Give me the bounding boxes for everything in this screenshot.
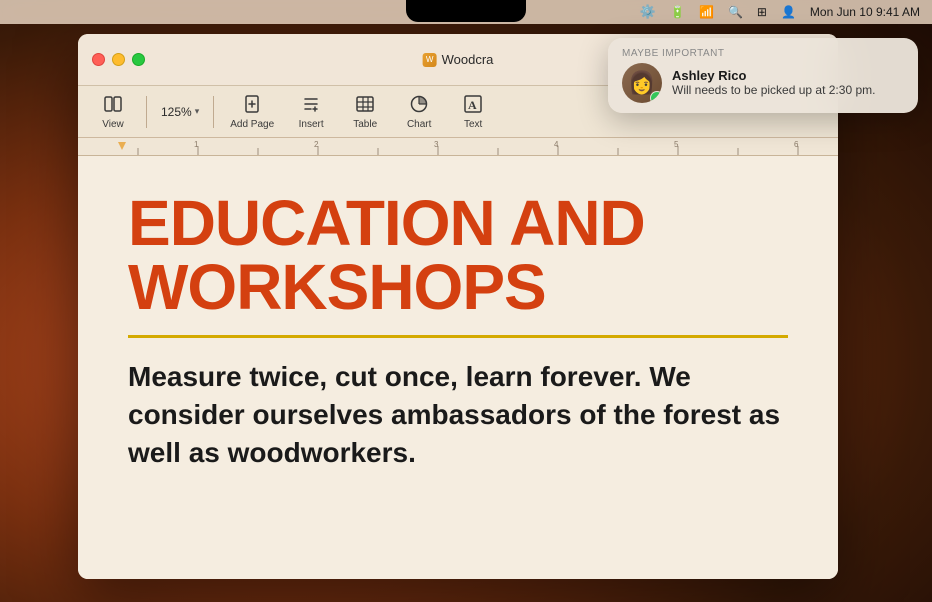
svg-text:3: 3 [434, 140, 439, 149]
insert-icon [301, 94, 321, 117]
menu-bar-time: Mon Jun 10 9:41 AM [810, 5, 920, 19]
zoom-chevron-icon: ▾ [195, 106, 200, 117]
view-icon [103, 94, 123, 117]
wifi-icon: 📶 [699, 5, 714, 19]
avatar-emoji: 👩 [628, 72, 655, 94]
add-page-button[interactable]: Add Page [222, 91, 282, 133]
svg-text:2: 2 [314, 140, 319, 149]
svg-text:1: 1 [194, 140, 199, 149]
text-button[interactable]: A Text [448, 91, 498, 133]
notification-avatar: 👩 [622, 63, 662, 103]
zoom-control[interactable]: 125% ▾ [155, 102, 205, 122]
battery-icon: 🔋 [670, 5, 685, 19]
text-icon: A [463, 94, 483, 117]
notification-header: 👩 Ashley Rico Will needs to be picked up… [622, 63, 904, 103]
chart-button[interactable]: Chart [394, 91, 444, 133]
toolbar-divider-2 [213, 96, 214, 128]
document-area: EDUCATION AND WORKSHOPS Measure twice, c… [78, 156, 838, 579]
table-button[interactable]: Table [340, 91, 390, 133]
svg-text:6: 6 [794, 140, 799, 149]
add-page-label: Add Page [230, 119, 274, 130]
app-icon: W [423, 53, 437, 67]
text-label: Text [464, 119, 482, 130]
user-icon[interactable]: 👤 [781, 5, 796, 19]
insert-button[interactable]: Insert [286, 91, 336, 133]
toolbar-divider-1 [146, 96, 147, 128]
insert-label: Insert [299, 119, 324, 130]
menu-bar-right: ⚙️ 🔋 📶 🔍 ⊞ 👤 Mon Jun 10 9:41 AM [640, 4, 920, 20]
desktop: ⚙️ 🔋 📶 🔍 ⊞ 👤 Mon Jun 10 9:41 AM W [0, 0, 932, 602]
document-divider [128, 335, 788, 338]
control-center-icon[interactable]: ⊞ [757, 5, 767, 19]
notification[interactable]: MAYBE IMPORTANT 👩 Ashley Rico Will needs… [608, 38, 918, 113]
search-icon[interactable]: 🔍 [728, 5, 743, 19]
traffic-lights [78, 53, 145, 66]
app-window: W Woodcra View 125% ▾ [78, 34, 838, 579]
camera-notch [406, 0, 526, 22]
notification-sender: Ashley Rico [672, 68, 904, 83]
chart-icon [409, 94, 429, 117]
svg-text:A: A [468, 98, 477, 112]
table-icon [355, 94, 375, 117]
notification-message: Will needs to be picked up at 2:30 pm. [672, 83, 904, 99]
notification-category: MAYBE IMPORTANT [622, 48, 904, 59]
view-button[interactable]: View [88, 91, 138, 133]
table-label: Table [353, 119, 377, 130]
notification-content: Ashley Rico Will needs to be picked up a… [672, 68, 904, 99]
settings-icon[interactable]: ⚙️ [640, 4, 656, 20]
add-page-icon [242, 94, 262, 117]
minimize-button[interactable] [112, 53, 125, 66]
ruler: 1 2 3 4 5 6 [78, 138, 838, 156]
window-title: W Woodcra [423, 52, 494, 67]
document-body: Measure twice, cut once, learn forever. … [128, 358, 788, 471]
close-button[interactable] [92, 53, 105, 66]
view-label: View [102, 119, 124, 130]
messages-badge [650, 91, 662, 103]
zoom-value: 125% [161, 105, 192, 119]
maximize-button[interactable] [132, 53, 145, 66]
chart-label: Chart [407, 119, 431, 130]
document-heading: EDUCATION AND WORKSHOPS [128, 191, 788, 319]
svg-text:4: 4 [554, 140, 559, 149]
svg-text:5: 5 [674, 140, 679, 149]
